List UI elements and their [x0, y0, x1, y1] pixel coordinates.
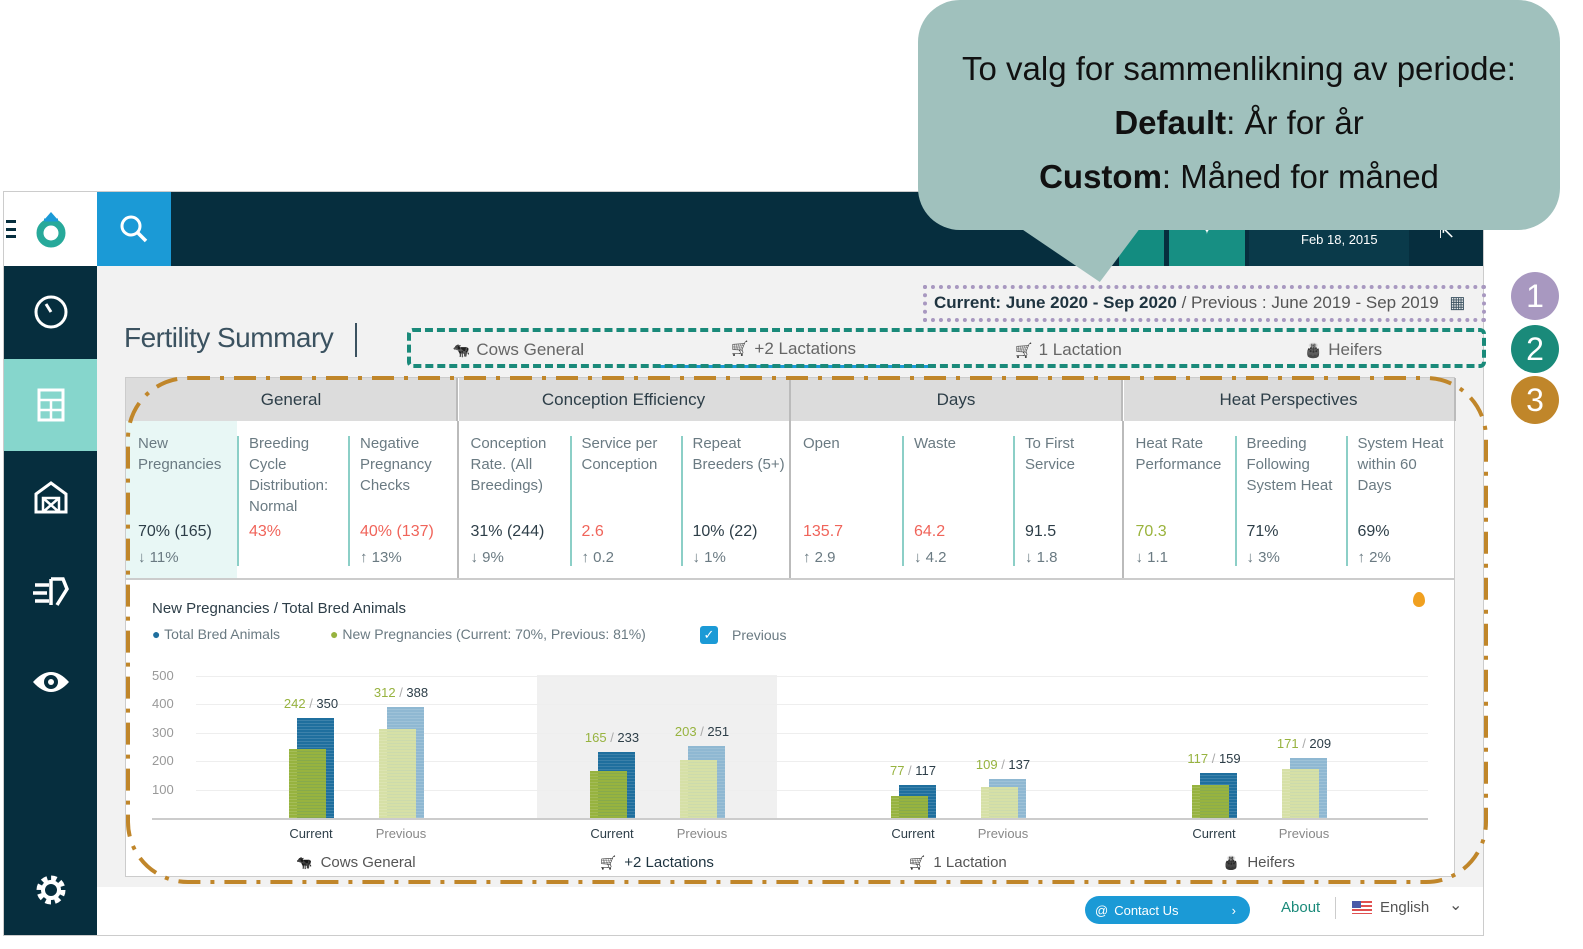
- sidebar-item-barn[interactable]: [4, 451, 97, 543]
- gear-icon: [36, 875, 65, 905]
- hand-icon: [32, 577, 69, 606]
- sidebar: [4, 266, 97, 935]
- at-icon: @: [1095, 902, 1109, 918]
- gauge-icon: [34, 295, 67, 329]
- sidebar-item-settings[interactable]: [4, 844, 97, 935]
- barn-icon: [34, 481, 67, 514]
- annotation-box-3: [126, 376, 1488, 884]
- callout-line-1: To valg for sammenlikning av periode:: [962, 50, 1516, 87]
- sidebar-item-reports[interactable]: [4, 359, 97, 451]
- logo[interactable]: [4, 192, 97, 266]
- annotation-badge-2: 2: [1511, 325, 1559, 373]
- search-button[interactable]: [97, 192, 171, 266]
- callout-custom-label: Custom: [1039, 158, 1162, 195]
- callout-custom-text: : Måned for måned: [1161, 158, 1439, 195]
- sidebar-item-dashboard[interactable]: [4, 266, 97, 358]
- annotation-box-1: [923, 285, 1486, 322]
- header-date: Feb 18, 2015: [1301, 232, 1378, 247]
- search-icon: [120, 215, 148, 243]
- us-flag-icon: [1352, 901, 1372, 914]
- title-divider: [355, 323, 357, 357]
- annotation-badge-1: 1: [1511, 272, 1559, 320]
- chevron-right-icon: ›: [1231, 902, 1236, 918]
- chevron-down-icon[interactable]: ⌄: [1449, 895, 1462, 915]
- page-title: Fertility Summary: [124, 322, 334, 353]
- menu-icon[interactable]: [6, 220, 16, 238]
- callout-pointer: [1020, 228, 1160, 282]
- document-icon: [37, 388, 64, 422]
- callout: To valg for sammenlikning av periode: De…: [918, 0, 1560, 230]
- contact-us-button[interactable]: @ Contact Us ›: [1085, 896, 1250, 924]
- callout-default-label: Default: [1114, 104, 1227, 141]
- about-link[interactable]: About: [1281, 899, 1320, 916]
- sidebar-item-actions[interactable]: [4, 543, 97, 635]
- sidebar-item-monitor[interactable]: [4, 636, 97, 728]
- annotation-box-2: [407, 328, 1486, 368]
- annotation-badge-3: 3: [1511, 376, 1559, 424]
- callout-default-text: : År for år: [1226, 104, 1364, 141]
- footer-divider: [1335, 897, 1336, 919]
- footer: @ Contact Us › About English ⌄: [97, 887, 1483, 935]
- eye-icon: [32, 672, 69, 692]
- language-selector[interactable]: English: [1380, 899, 1429, 916]
- contact-label: Contact Us: [1114, 902, 1179, 918]
